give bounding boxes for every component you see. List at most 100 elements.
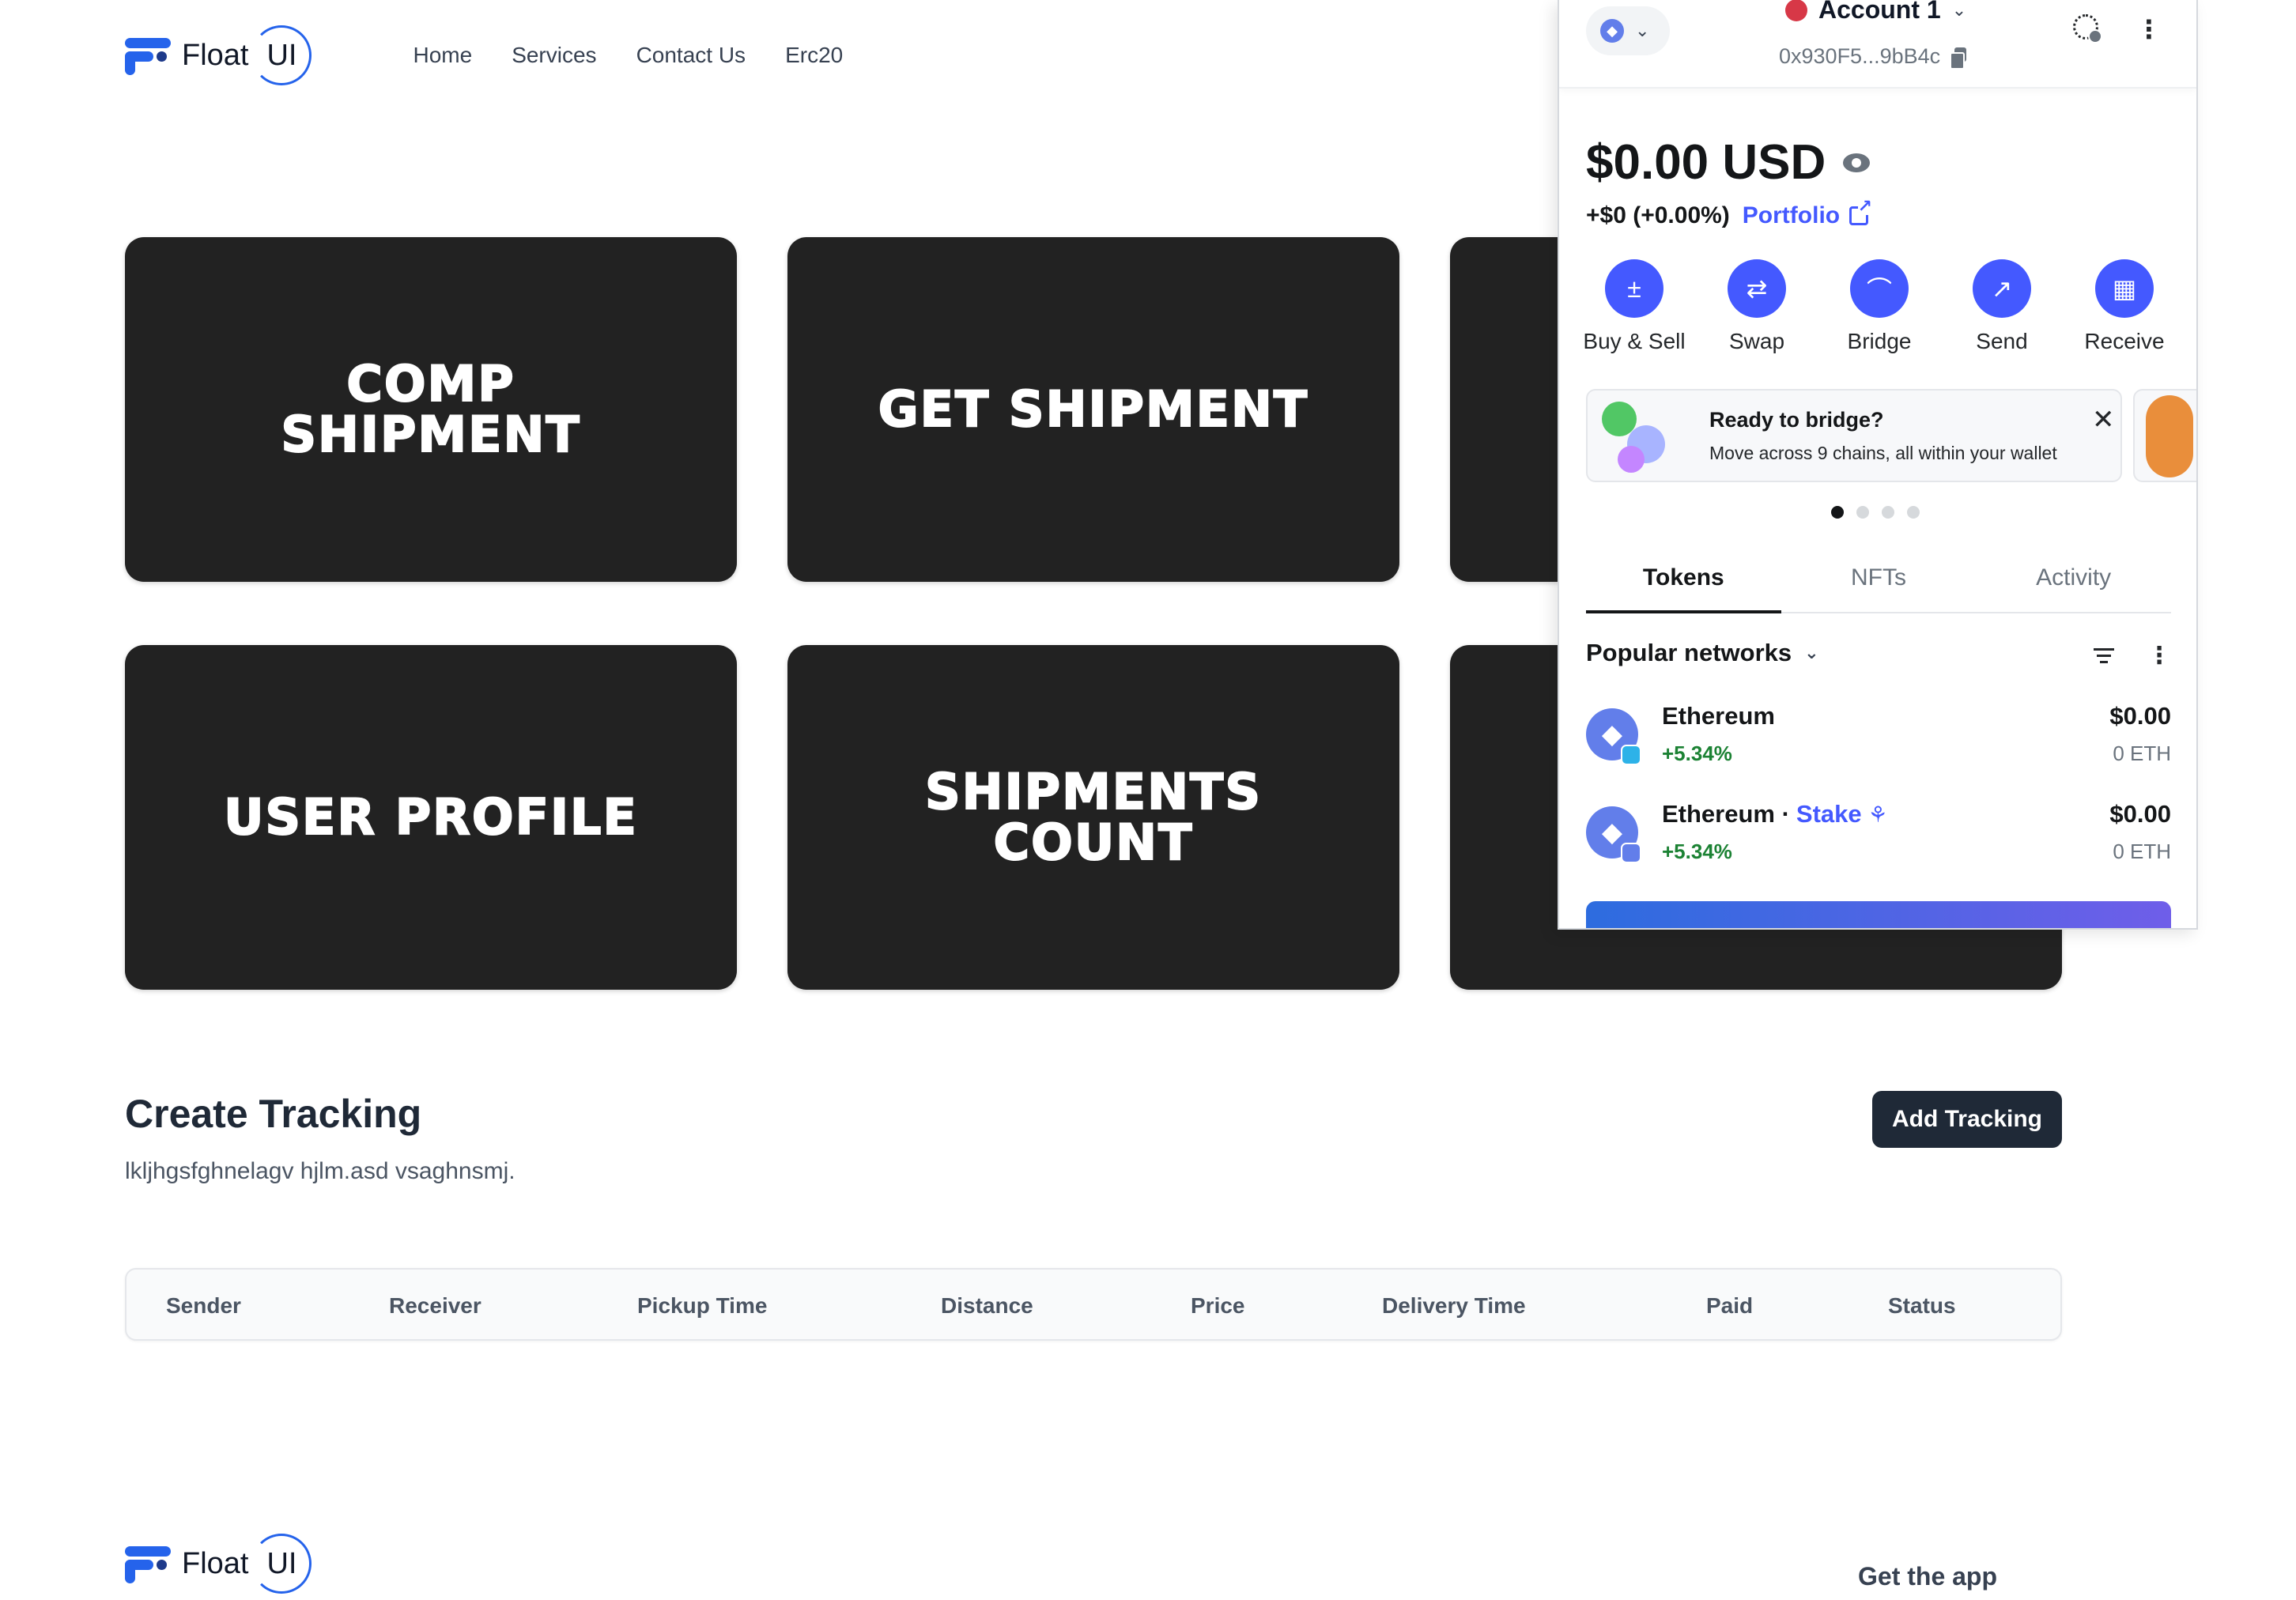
receive-icon: ▦ [2095, 259, 2154, 318]
account-name: Account 1 [1818, 0, 1941, 24]
carousel-dot[interactable] [1882, 506, 1894, 519]
nav-link-erc20[interactable]: Erc20 [785, 43, 843, 68]
column-header-delivery-time[interactable]: Delivery Time [1382, 1293, 1526, 1319]
sort-filter-icon[interactable] [2094, 648, 2114, 664]
receive-button[interactable]: ▦ Receive [2065, 259, 2184, 354]
card-user-profile[interactable]: USER PROFILE [125, 645, 737, 990]
token-row-ethereum-stake[interactable]: ◆ Ethereum · Stake ⚘ +5.34% $0.00 0 ETH [1586, 794, 2171, 873]
add-tracking-button[interactable]: Add Tracking [1872, 1091, 2062, 1148]
card-get-shipment[interactable]: GET SHIPMENT [787, 237, 1399, 582]
token-amount: 0 ETH [2113, 742, 2171, 765]
token-change: +5.34% [1662, 742, 1732, 765]
connected-sites-icon[interactable] [2073, 14, 2102, 43]
sprout-icon: ⚘ [1867, 802, 1888, 827]
token-name-text: Ethereum · [1662, 800, 1790, 828]
token-change: +5.34% [1662, 840, 1732, 863]
ethereum-network-badge-icon [1621, 843, 1641, 863]
swap-button[interactable]: ⇄ Swap [1697, 259, 1816, 354]
eye-icon[interactable] [1843, 153, 1871, 172]
chevron-down-icon: ⌄ [1635, 21, 1650, 40]
card-title: GET SHIPMENT [878, 380, 1309, 438]
column-header-price[interactable]: Price [1191, 1293, 1245, 1319]
token-name: Ethereum · Stake ⚘ [1662, 800, 1888, 828]
action-label: Buy & Sell [1583, 329, 1686, 353]
account-address[interactable]: 0x930F5...9bB4c [1779, 44, 1967, 70]
address-text: 0x930F5...9bB4c [1779, 44, 1941, 68]
ethereum-network-icon: ◆ [1600, 19, 1624, 43]
token-row-ethereum[interactable]: ◆ Ethereum +5.34% $0.00 0 ETH [1586, 696, 2171, 775]
banner-title: Ready to bridge? [1709, 408, 1884, 432]
nav-link-contact-us[interactable]: Contact Us [636, 43, 746, 68]
copy-icon[interactable] [1950, 47, 1967, 70]
column-header-status[interactable]: Status [1888, 1293, 1956, 1319]
column-header-paid[interactable]: Paid [1706, 1293, 1753, 1319]
card-title: SHIPMENTS COUNT [924, 763, 1262, 871]
staking-promo-card[interactable] [1586, 901, 2171, 928]
wallet-extension-popup: ◆ ⌄ Account 1 ⌄ 0x930F5...9bB4c ⋮ $0.00 … [1558, 0, 2198, 930]
token-amount: 0 ETH [2113, 840, 2171, 863]
send-icon: ↗ [1973, 259, 2031, 318]
close-icon[interactable]: ✕ [2092, 406, 2115, 433]
token-value: $0.00 [2109, 702, 2171, 730]
brand-name: Float UI [182, 25, 312, 85]
nav-link-services[interactable]: Services [512, 43, 596, 68]
chevron-down-icon: ⌄ [1951, 0, 1967, 20]
wallet-header: ◆ ⌄ Account 1 ⌄ 0x930F5...9bB4c ⋮ [1559, 0, 2196, 89]
linea-network-badge-icon [1621, 745, 1641, 765]
tab-nfts[interactable]: NFTs [1781, 553, 1977, 612]
balance-change-text: +$0 (+0.00%) [1586, 202, 1730, 228]
token-options-icon[interactable]: ⋮ [2147, 642, 2171, 670]
section-description: lkljhgsfghnelagv hjlm.asd vsaghnsmj. [125, 1158, 515, 1184]
card-title: USER PROFILE [223, 788, 638, 846]
banner-text: Move across 9 chains, all within your wa… [1709, 443, 2057, 463]
network-selector[interactable]: ◆ ⌄ [1586, 6, 1670, 55]
card-shipments-count[interactable]: SHIPMENTS COUNT [787, 645, 1399, 990]
action-label: Swap [1728, 329, 1785, 353]
balance-display: $0.00 USD [1586, 134, 1871, 191]
account-selector[interactable]: Account 1 ⌄ [1785, 0, 1966, 25]
plus-minus-icon: ± [1605, 259, 1663, 318]
card-title: COMP SHIPMENT [280, 355, 581, 463]
brand-logo[interactable]: Float UI [125, 25, 312, 85]
wallet-actions: ± Buy & Sell ⇄ Swap ⌒ Bridge ↗ Send ▦ Re… [1575, 259, 2184, 354]
action-label: Bridge [1847, 329, 1912, 353]
action-label: Receive [2084, 329, 2165, 353]
column-header-receiver[interactable]: Receiver [389, 1293, 481, 1319]
brand-name-text: Float [182, 38, 249, 72]
stake-link[interactable]: Stake [1796, 800, 1862, 828]
carousel-dot-active[interactable] [1831, 506, 1844, 519]
column-header-pickup-time[interactable]: Pickup Time [637, 1293, 767, 1319]
send-button[interactable]: ↗ Send [1943, 259, 2061, 354]
tab-tokens[interactable]: Tokens [1586, 553, 1781, 613]
card-comp-shipment[interactable]: COMP SHIPMENT [125, 237, 737, 582]
portfolio-link[interactable]: Portfolio [1742, 198, 1873, 229]
column-header-distance[interactable]: Distance [941, 1293, 1033, 1319]
footer-brand-logo[interactable]: Float UI [125, 1534, 312, 1594]
float-ui-logo-icon [125, 1543, 174, 1584]
next-promo-banner[interactable] [2133, 389, 2196, 482]
footer-brand-ui-text: UI [251, 1534, 312, 1594]
balance-text: $0.00 USD [1586, 135, 1826, 190]
bridge-button[interactable]: ⌒ Bridge [1820, 259, 1939, 354]
column-header-sender[interactable]: Sender [166, 1293, 241, 1319]
bridge-illustration-icon [1599, 398, 1679, 474]
carousel-dot[interactable] [1856, 506, 1869, 519]
carousel-dot[interactable] [1907, 506, 1920, 519]
action-label: Send [1976, 329, 2028, 353]
wallet-tabs: Tokens NFTs Activity [1586, 553, 2171, 613]
token-name-text: Ethereum [1662, 702, 1775, 730]
nav-link-home[interactable]: Home [413, 43, 472, 68]
bridge-icon: ⌒ [1850, 259, 1909, 318]
tab-activity[interactable]: Activity [1976, 553, 2171, 612]
token-name: Ethereum [1662, 702, 1775, 730]
more-options-icon[interactable]: ⋮ [2136, 17, 2162, 42]
get-the-app-heading: Get the app [1858, 1562, 1998, 1591]
bridge-promo-banner[interactable]: Ready to bridge? Move across 9 chains, a… [1586, 389, 2122, 482]
brand-ui-text: UI [251, 25, 312, 85]
portfolio-label: Portfolio [1742, 202, 1841, 228]
popular-networks-filter[interactable]: Popular networks ⌄ [1586, 639, 1819, 667]
buy-sell-button[interactable]: ± Buy & Sell [1575, 259, 1694, 354]
main-menu: Home Services Contact Us Erc20 [413, 43, 843, 68]
footer-brand-text: Float [182, 1546, 249, 1580]
float-ui-logo-icon [125, 35, 174, 76]
